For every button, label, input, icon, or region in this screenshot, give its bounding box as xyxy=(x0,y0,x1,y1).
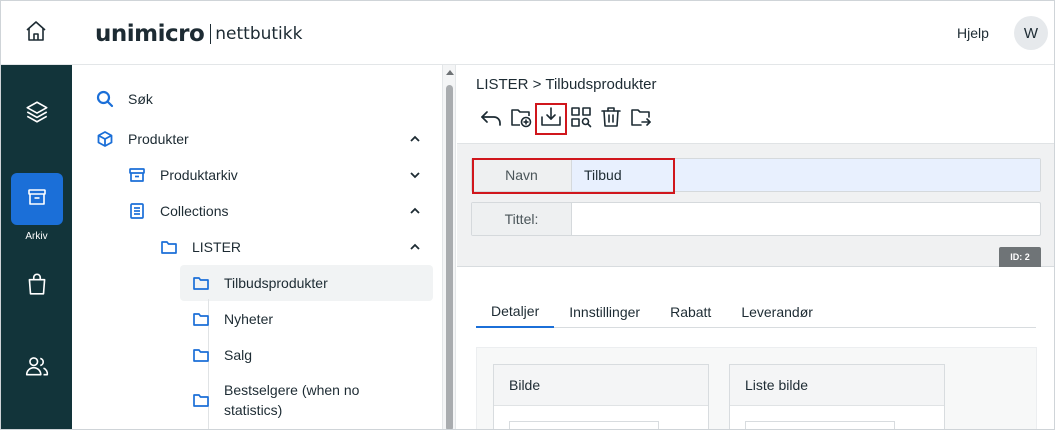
archive-icon xyxy=(25,185,49,214)
liste-bilde-card-title: Liste bilde xyxy=(730,365,944,406)
layers-icon xyxy=(24,99,50,130)
scrollbar-thumb[interactable] xyxy=(446,85,453,429)
navigation-tree: Søk Produkter Produktarkiv Collections L… xyxy=(72,65,442,429)
module-rail: Arkiv xyxy=(1,65,72,429)
folder-move-icon xyxy=(629,105,653,134)
tittel-input[interactable] xyxy=(572,203,1040,235)
navn-field: Navn Tilbud xyxy=(471,158,1041,192)
rail-item-label: Arkiv xyxy=(25,231,48,242)
tree-item-produkter[interactable]: Produkter xyxy=(96,122,189,156)
download-tray-icon xyxy=(539,105,563,134)
tree-item-label: Produkter xyxy=(128,131,189,147)
undo-arrow-icon xyxy=(479,105,503,134)
tree-item-tilbudsprodukter[interactable]: Tilbudsprodukter xyxy=(192,266,328,300)
shopping-bag-icon xyxy=(24,271,50,302)
brand-name: unimicro xyxy=(95,21,205,47)
tree-item-lister[interactable]: LISTER xyxy=(160,230,241,264)
tree-item-label-line1: Bestselgere (when no xyxy=(224,382,360,398)
brand-product: nettbutikk xyxy=(215,24,303,44)
scroll-up-arrow-icon[interactable] xyxy=(446,70,454,75)
folder-icon xyxy=(192,310,210,328)
bilde-dropzone[interactable] xyxy=(509,421,659,429)
liste-bilde-dropzone[interactable] xyxy=(745,421,895,429)
checklist-icon xyxy=(128,202,146,220)
liste-bilde-card: Liste bilde xyxy=(729,364,945,429)
chevron-up-icon[interactable] xyxy=(408,204,422,218)
folder-icon xyxy=(160,238,178,256)
rail-item-shop[interactable] xyxy=(1,271,72,302)
rail-item-layers[interactable] xyxy=(1,99,72,130)
rail-active-highlight xyxy=(10,173,63,225)
tree-item-label: Collections xyxy=(160,203,229,219)
tree-item-label-line2: statistics) xyxy=(224,402,283,418)
rail-item-arkiv[interactable]: Arkiv xyxy=(1,173,72,242)
tab-rabatt[interactable]: Rabatt xyxy=(655,295,726,328)
tree-item-salg[interactable]: Salg xyxy=(192,338,252,372)
move-folder-button[interactable] xyxy=(626,104,656,134)
tree-item-label: Produktarkiv xyxy=(160,167,238,183)
brand-logo[interactable]: unimicro nettbutikk xyxy=(95,19,302,49)
chevron-down-icon[interactable] xyxy=(408,168,422,182)
main-content: LISTER > Tilbudsprodukter Navn Tilbud Ti… xyxy=(457,65,1054,429)
home-button[interactable] xyxy=(1,1,71,65)
tree-item-label: Bestselgere (when no statistics) xyxy=(224,380,359,420)
tree-item-label: Tilbudsprodukter xyxy=(224,275,328,291)
tree-item-produktarkiv[interactable]: Produktarkiv xyxy=(128,158,238,192)
search-icon xyxy=(96,90,114,108)
grid-search-icon xyxy=(569,105,593,134)
tree-item-label: Søk xyxy=(128,91,153,107)
app-window: unimicro nettbutikk Hjelp W Arkiv Søk Pr… xyxy=(0,0,1055,430)
folder-icon xyxy=(192,391,210,409)
grid-search-button[interactable] xyxy=(566,104,596,134)
bilde-card: Bilde xyxy=(493,364,709,429)
tree-item-collections[interactable]: Collections xyxy=(128,194,228,228)
tree-item-bestselgere[interactable]: Bestselgere (when no statistics) xyxy=(192,378,359,422)
folder-icon xyxy=(192,346,210,364)
tittel-field: Tittel: xyxy=(471,202,1041,236)
header-panel: Navn Tilbud Tittel: ID: 2 xyxy=(457,143,1054,267)
navn-label: Navn xyxy=(472,159,572,191)
tab-leverandor[interactable]: Leverandør xyxy=(726,295,828,328)
tab-bar: Detaljer Innstillinger Rabatt Leverandør xyxy=(476,295,1036,328)
rail-item-users[interactable] xyxy=(1,353,72,384)
tab-detaljer[interactable]: Detaljer xyxy=(476,295,555,328)
new-folder-button[interactable] xyxy=(506,104,536,134)
tree-item-sok[interactable]: Søk xyxy=(96,82,153,116)
tree-item-nyheter[interactable]: Nyheter xyxy=(192,302,273,336)
top-bar: unimicro nettbutikk Hjelp W xyxy=(1,1,1054,65)
toolbar xyxy=(476,103,656,135)
tree-item-label: Nyheter xyxy=(224,311,274,327)
navn-input[interactable]: Tilbud xyxy=(572,159,1040,191)
id-badge: ID: 2 xyxy=(999,247,1041,267)
folder-icon xyxy=(192,274,210,292)
back-button[interactable] xyxy=(476,104,506,134)
tree-item-label: LISTER xyxy=(192,239,242,255)
tree-scrollbar[interactable] xyxy=(442,65,456,429)
download-button[interactable] xyxy=(535,103,567,135)
cube-icon xyxy=(96,130,114,148)
bilde-card-title: Bilde xyxy=(494,365,708,406)
tab-innstillinger[interactable]: Innstillinger xyxy=(554,295,655,328)
help-link[interactable]: Hjelp xyxy=(957,25,989,41)
tree-item-label: Salg xyxy=(224,347,253,363)
details-panel: Bilde Liste bilde xyxy=(476,347,1037,429)
folder-add-icon xyxy=(509,105,533,134)
tittel-label: Tittel: xyxy=(472,203,572,235)
delete-button[interactable] xyxy=(596,104,626,134)
archive-icon xyxy=(128,166,146,184)
breadcrumb: LISTER > Tilbudsprodukter xyxy=(476,76,657,93)
users-icon xyxy=(24,353,50,384)
chevron-up-icon[interactable] xyxy=(408,132,422,146)
logo-divider xyxy=(210,24,212,44)
trash-icon xyxy=(599,105,623,134)
home-icon xyxy=(24,19,48,48)
user-avatar[interactable]: W xyxy=(1014,16,1048,50)
chevron-up-icon[interactable] xyxy=(408,240,422,254)
